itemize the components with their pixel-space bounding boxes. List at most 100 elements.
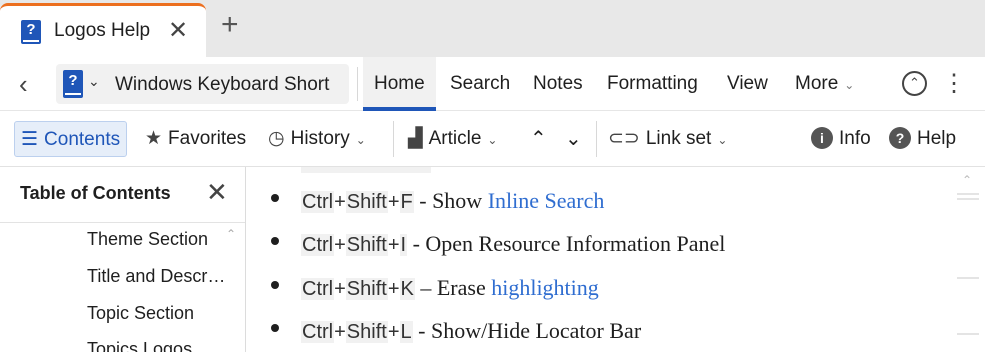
shortcut-description: Erase xyxy=(436,275,492,300)
scrollbar-marker xyxy=(957,277,979,279)
bullet xyxy=(271,281,279,289)
tab-more[interactable]: More ⌄ xyxy=(784,57,865,111)
close-tab-icon[interactable]: ✕ xyxy=(168,16,188,45)
key-chip: Shift xyxy=(345,321,388,343)
divider xyxy=(393,121,394,157)
tab-strip: ? Logos Help ✕ + xyxy=(0,0,985,57)
contents-label: Contents xyxy=(44,129,121,150)
tab-more-label: More xyxy=(795,73,839,94)
star-icon: ★ xyxy=(145,128,163,149)
list-item: Ctrl+Shift+F - Show Inline Search xyxy=(247,186,967,218)
shortcut-text: Ctrl+Shift+L - Show/Hide Locator Bar xyxy=(301,318,642,343)
inline-search-link[interactable]: Inline Search xyxy=(488,188,605,213)
history-label: History xyxy=(290,128,350,149)
list-item: Ctrl+Shift+L - Show/Hide Locator Bar xyxy=(247,316,967,348)
navigation-bar: ‹ ? ⌄ Windows Keyboard Short Home Search… xyxy=(0,57,985,111)
tab-notes[interactable]: Notes xyxy=(522,57,594,111)
resource-selector[interactable]: ? ⌄ Windows Keyboard Short xyxy=(56,64,349,104)
toc-item[interactable]: Title and Description xyxy=(87,266,227,287)
chevron-down-icon[interactable]: ⌄ xyxy=(88,73,100,90)
favorites-button[interactable]: ★ Favorites xyxy=(145,121,246,157)
scroll-up-icon[interactable]: ⌃ xyxy=(226,227,236,241)
divider xyxy=(596,121,597,157)
tab-title: Logos Help xyxy=(54,20,151,41)
shortcut-description: Open Resource Information Panel xyxy=(425,231,726,256)
bullet xyxy=(271,194,279,202)
key-chip: Ctrl xyxy=(301,321,335,343)
article-button[interactable]: ▟ Article ⌄ xyxy=(408,121,497,157)
table-of-contents-panel: Table of Contents ✕ ⌃ Theme Section Titl… xyxy=(0,167,246,352)
back-icon[interactable]: ‹ xyxy=(19,69,28,100)
new-tab-button[interactable]: + xyxy=(221,10,239,40)
article-icon: ▟ xyxy=(408,128,423,149)
info-icon: i xyxy=(811,127,833,149)
toc-item[interactable]: Topics Logos xyxy=(87,339,227,352)
history-button[interactable]: ◷ History ⌄ xyxy=(268,121,366,157)
key-chip: I xyxy=(399,234,408,256)
contents-button[interactable]: ☰ Contents xyxy=(14,121,128,157)
shortcut-text: Ctrl+Shift+K – Erase highlighting xyxy=(301,275,599,300)
bullet xyxy=(271,324,279,332)
bullet xyxy=(271,237,279,245)
resource-title: Windows Keyboard Short xyxy=(115,74,330,95)
previous-shortcut-fragment xyxy=(301,167,431,173)
scrollbar-marker xyxy=(957,333,979,335)
separator: - xyxy=(407,231,426,256)
shortcut-text: Ctrl+Shift+F - Show Inline Search xyxy=(301,188,605,213)
history-icon: ◷ xyxy=(268,128,285,149)
help-label: Help xyxy=(917,128,957,149)
link-set-button[interactable]: ⊂⊃ Link set ⌄ xyxy=(608,121,727,157)
info-label: Info xyxy=(839,128,871,149)
divider xyxy=(357,67,358,101)
separator: - xyxy=(412,318,431,343)
favorites-label: Favorites xyxy=(168,128,247,149)
chevron-down-icon: ⌄ xyxy=(355,133,366,147)
chevron-down-icon: ⌄ xyxy=(844,78,855,92)
resource-toolbar: ☰ Contents ★ Favorites ◷ History ⌄ ▟ Article ⌄… xyxy=(0,111,985,167)
tab-formatting[interactable]: Formatting xyxy=(596,57,709,111)
article-content: Ctrl+Shift+F - Show Inline Search Ctrl+S… xyxy=(247,167,985,352)
key-chip: F xyxy=(399,191,414,213)
key-chip: K xyxy=(399,278,415,300)
toc-item[interactable]: Theme Section xyxy=(87,229,227,250)
key-chip: Shift xyxy=(345,234,388,256)
key-chip: Ctrl xyxy=(301,234,335,256)
key-chip: Ctrl xyxy=(301,278,335,300)
shortcut-description: Show/Hide Locator Bar xyxy=(430,318,642,343)
key-chip: L xyxy=(399,321,413,343)
list-icon: ☰ xyxy=(21,129,39,150)
more-options-icon[interactable]: ⋮ xyxy=(942,69,966,99)
tab-home[interactable]: Home xyxy=(363,57,436,111)
separator: - xyxy=(413,188,433,213)
chevron-down-icon: ⌄ xyxy=(717,133,728,147)
help-button[interactable]: ? Help xyxy=(889,121,956,157)
shortcut-text: Ctrl+Shift+I - Open Resource Information… xyxy=(301,231,726,256)
help-icon: ? xyxy=(889,127,911,149)
link-set-label: Link set xyxy=(645,128,712,149)
article-label: Article xyxy=(428,128,482,149)
panel-title: Table of Contents xyxy=(20,183,171,203)
scrollbar-marker xyxy=(957,198,979,200)
chevron-down-icon: ⌄ xyxy=(487,133,498,147)
highlighting-link[interactable]: highlighting xyxy=(491,275,599,300)
toc-item[interactable]: Topic Section xyxy=(87,303,227,324)
tab-search[interactable]: Search xyxy=(439,57,521,111)
list-item: Ctrl+Shift+K – Erase highlighting xyxy=(247,273,967,305)
key-chip: Ctrl xyxy=(301,191,335,213)
separator: – xyxy=(414,275,437,300)
help-book-icon: ? xyxy=(21,20,41,44)
previous-article-icon[interactable]: ⌃ xyxy=(530,121,547,157)
tab-logos-help[interactable]: ? Logos Help ✕ xyxy=(0,3,206,57)
next-article-icon[interactable]: ⌄ xyxy=(565,121,582,157)
panel-header: Table of Contents ✕ xyxy=(0,167,245,223)
link-icon: ⊂⊃ xyxy=(608,128,640,149)
tab-view[interactable]: View xyxy=(716,57,779,111)
key-chip: Shift xyxy=(345,191,388,213)
scroll-up-icon[interactable]: ⌃ xyxy=(962,173,972,187)
collapse-ribbon-icon[interactable]: ⌃ xyxy=(902,71,927,96)
info-button[interactable]: i Info xyxy=(811,121,871,157)
close-icon[interactable]: ✕ xyxy=(206,177,228,208)
help-book-icon: ? xyxy=(63,70,83,98)
list-item: Ctrl+Shift+I - Open Resource Information… xyxy=(247,229,967,261)
key-chip: Shift xyxy=(345,278,388,300)
